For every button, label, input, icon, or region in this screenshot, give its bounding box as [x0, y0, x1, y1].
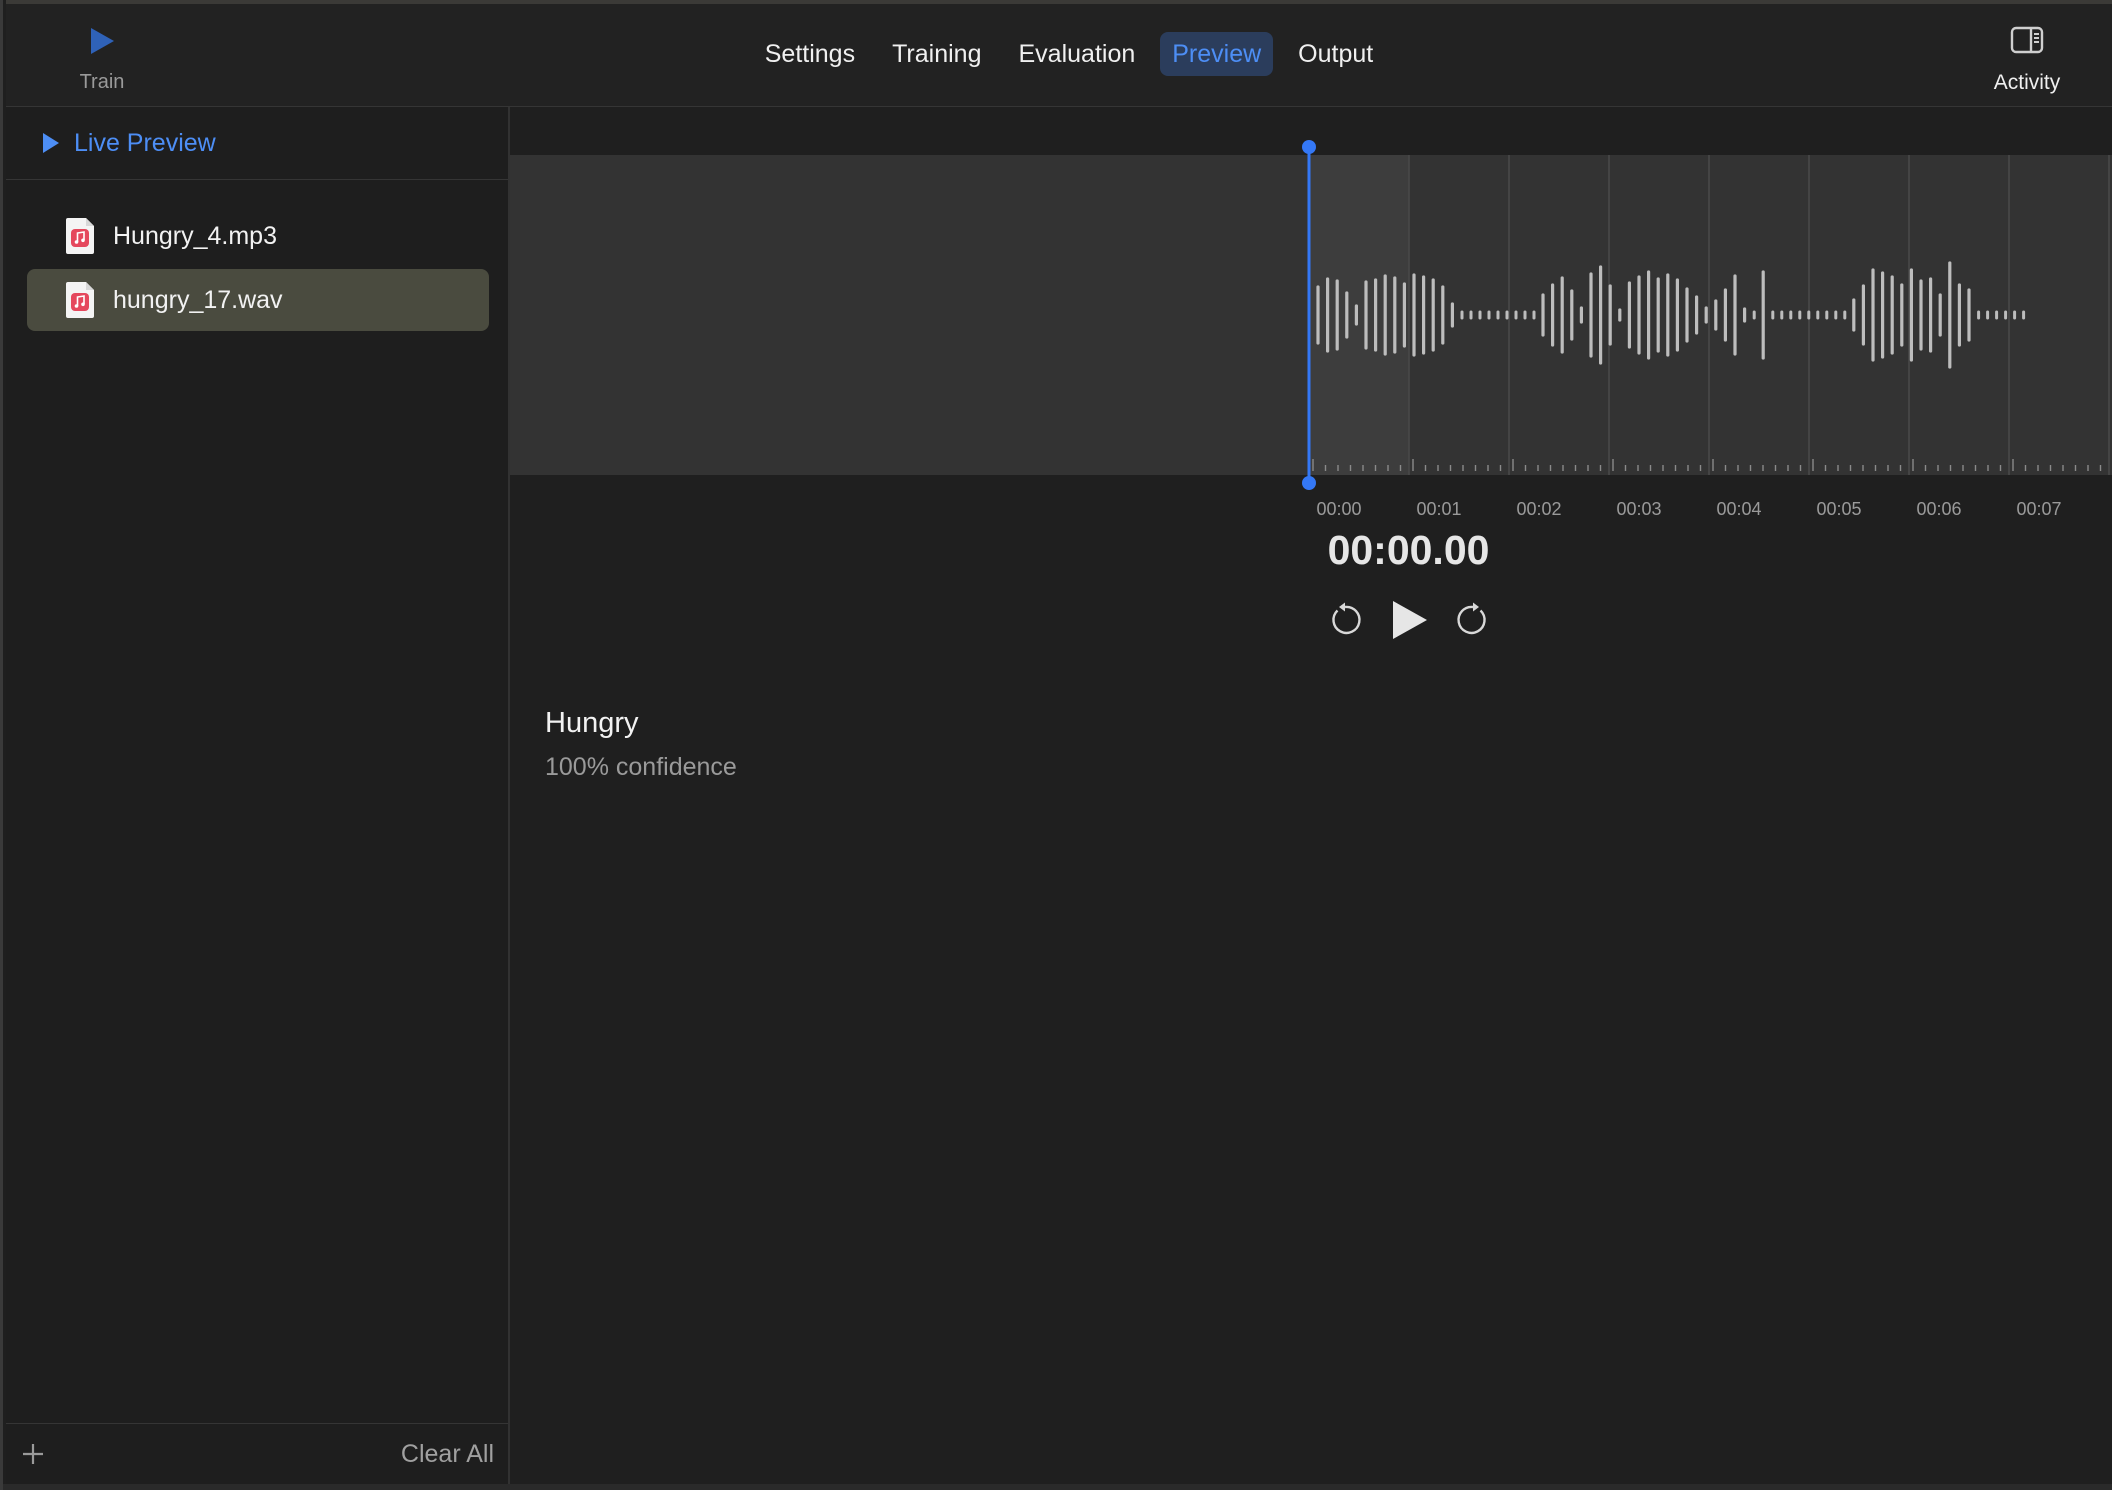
activity-button[interactable]: Activity: [1982, 26, 2072, 98]
clear-all-button[interactable]: Clear All: [401, 1440, 494, 1469]
rotate-back-icon[interactable]: [1327, 602, 1363, 638]
preview-pane: 00:00 00:01 00:02 00:03 00:04 00:05 00:0…: [510, 107, 2112, 1484]
classification-label: Hungry: [545, 707, 639, 739]
file-item-hungry-17[interactable]: hungry_17.wav: [27, 269, 489, 331]
tab-evaluation[interactable]: Evaluation: [1007, 32, 1148, 76]
playback-controls: [510, 599, 2112, 641]
classification-confidence: 100% confidence: [545, 753, 737, 781]
file-name: hungry_17.wav: [113, 285, 283, 314]
tab-training[interactable]: Training: [880, 32, 993, 76]
sidebar-right-icon: [2010, 26, 2044, 59]
sidebar: Live Preview Hungry_4.mp3 hungry_17.wav …: [6, 107, 510, 1484]
waveform-timeline[interactable]: 00:00 00:01 00:02 00:03 00:04 00:05 00:0…: [510, 107, 2112, 527]
window-bottom-edge: [3, 1484, 2112, 1490]
time-label: 00:03: [1616, 499, 1661, 519]
time-label: 00:02: [1516, 499, 1561, 519]
title-strip: [6, 0, 2112, 4]
audio-file-icon: [65, 217, 95, 255]
sidebar-footer: Clear All: [6, 1423, 508, 1484]
current-time: 00:00.00: [1327, 527, 1490, 573]
time-label: 00:07: [2016, 499, 2061, 519]
timeline-labels: 00:00 00:01 00:02 00:03 00:04 00:05 00:0…: [1316, 499, 2061, 519]
live-preview-label: Live Preview: [74, 128, 216, 157]
tab-preview[interactable]: Preview: [1160, 32, 1274, 76]
file-list: Hungry_4.mp3 hungry_17.wav: [27, 205, 489, 333]
app-window: Train Settings Training Evaluation Previ…: [0, 0, 2112, 1490]
activity-label: Activity: [1993, 71, 2061, 94]
time-label: 00:01: [1416, 499, 1461, 519]
time-label: 00:04: [1716, 499, 1761, 519]
plus-icon[interactable]: [20, 1441, 46, 1467]
file-item-hungry-4[interactable]: Hungry_4.mp3: [27, 205, 489, 267]
live-preview-item[interactable]: Live Preview: [6, 107, 508, 180]
toolbar: Train Settings Training Evaluation Previ…: [6, 0, 2112, 107]
waveform: [1309, 155, 2110, 475]
time-label: 00:06: [1916, 499, 1961, 519]
rotate-forward-icon[interactable]: [1455, 602, 1491, 638]
tab-bar: Settings Training Evaluation Preview Out…: [6, 32, 2112, 76]
tab-output[interactable]: Output: [1286, 32, 1385, 76]
time-label: 00:05: [1816, 499, 1861, 519]
timeline-ruler: [1312, 459, 2102, 471]
tab-settings[interactable]: Settings: [753, 32, 867, 76]
audio-file-icon: [65, 281, 95, 319]
file-name: Hungry_4.mp3: [113, 221, 277, 250]
play-triangle-icon: [42, 132, 60, 154]
time-label: 00:00: [1316, 499, 1361, 519]
play-icon[interactable]: [1389, 599, 1429, 641]
